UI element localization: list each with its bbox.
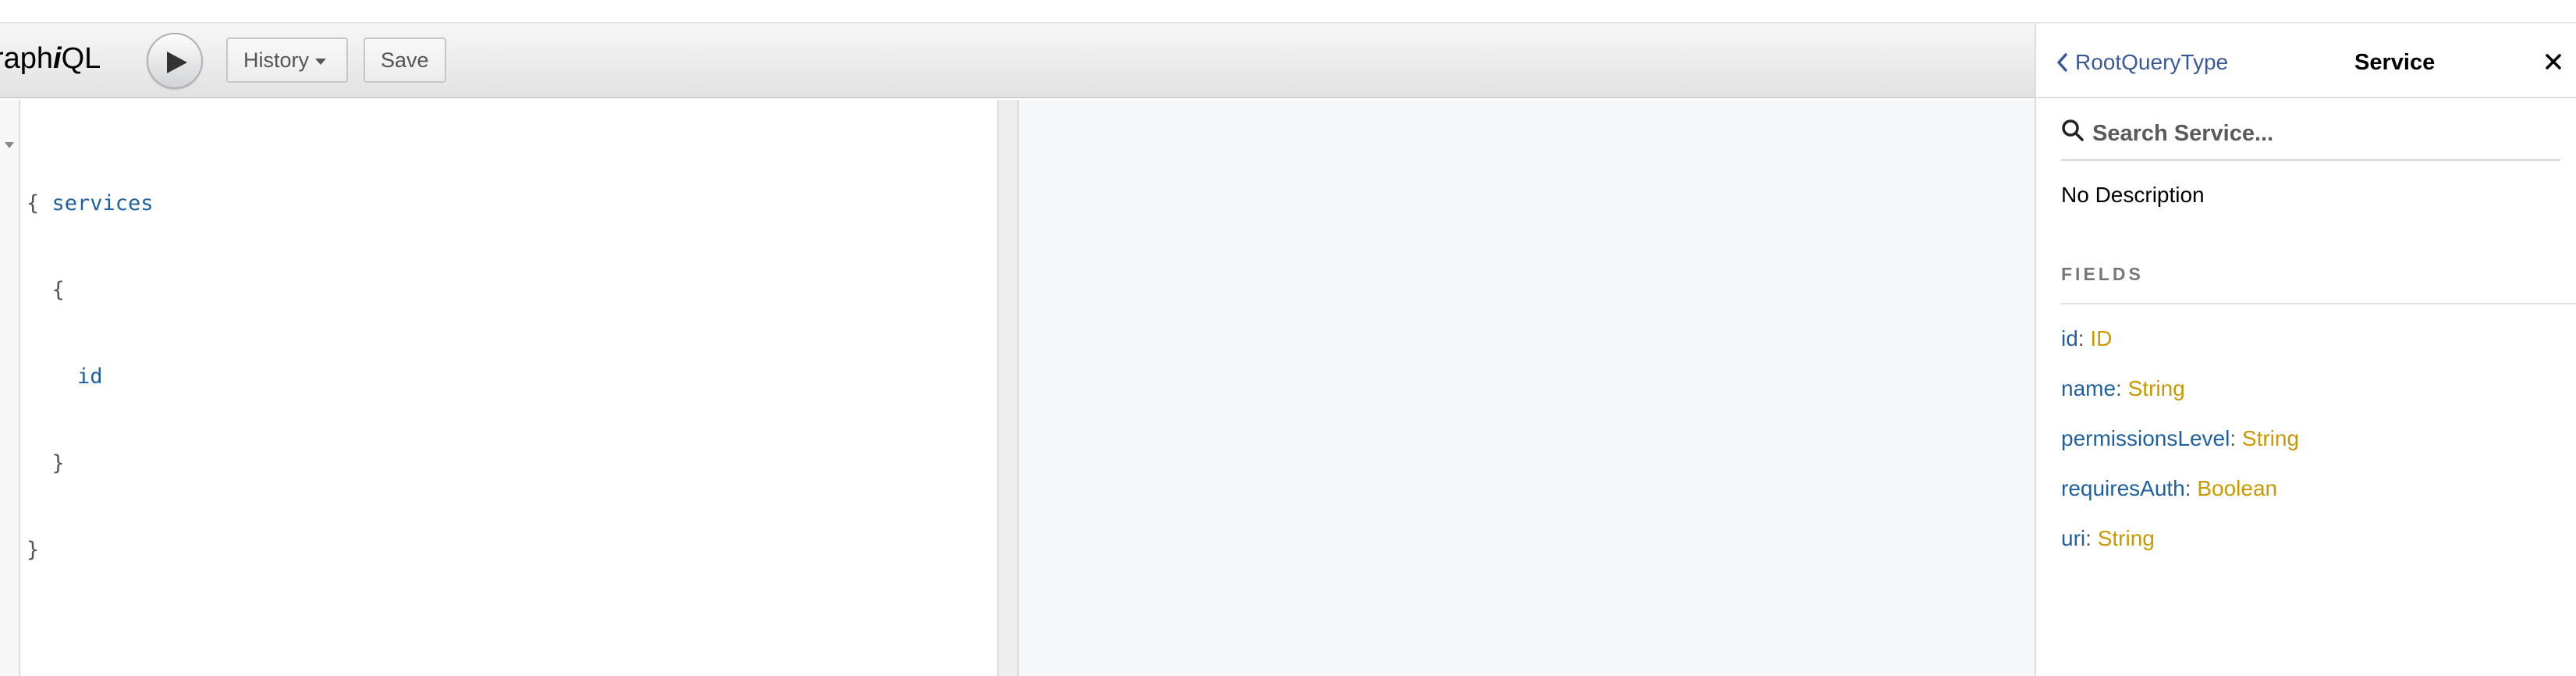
field-list: id: ID name: String permissionsLevel: St…: [2061, 323, 2299, 573]
browser-top-bar: [0, 0, 2576, 23]
doc-search-box: [2061, 114, 2560, 161]
doc-search-input[interactable]: [2092, 114, 2553, 153]
field-row: requiresAuth: Boolean: [2061, 476, 2278, 500]
field-type-link[interactable]: String: [2242, 426, 2299, 450]
code-line: { services: [27, 191, 154, 215]
fold-arrow-icon[interactable]: [5, 142, 14, 148]
field-row: name: String: [2061, 376, 2185, 400]
field-name-link[interactable]: uri: [2061, 526, 2085, 550]
result-pane: [1019, 100, 2035, 676]
close-icon[interactable]: [2543, 52, 2564, 72]
editor-resize-handle[interactable]: [997, 100, 1019, 676]
field-name-link[interactable]: requiresAuth: [2061, 476, 2185, 500]
graphiql-editor-area: raphiQL History Save { services { id } }: [0, 23, 2035, 676]
documentation-explorer: RootQueryType Service No Description FIE…: [2035, 23, 2576, 676]
history-button-label: History: [243, 48, 310, 72]
query-code[interactable]: { services { id } }: [27, 131, 154, 622]
search-icon: [2062, 119, 2084, 141]
code-line: }: [27, 538, 40, 562]
field-row: permissionsLevel: String: [2061, 426, 2300, 450]
doc-explorer-title: Service: [2354, 50, 2436, 75]
graphiql-logo: raphiQL: [0, 42, 101, 75]
fields-section-title: FIELDS: [2061, 264, 2144, 284]
history-button[interactable]: History: [226, 37, 348, 83]
query-editor[interactable]: { services { id } }: [0, 100, 997, 676]
save-button-label: Save: [381, 48, 429, 72]
field-type-link[interactable]: Boolean: [2197, 476, 2277, 500]
field-row: uri: String: [2061, 526, 2155, 550]
field-name-link[interactable]: permissionsLevel: [2061, 426, 2230, 450]
field-type-link[interactable]: ID: [2090, 326, 2112, 350]
play-icon: [167, 52, 187, 73]
code-line: {: [27, 278, 65, 302]
code-line: id: [77, 365, 103, 389]
toolbar: raphiQL History Save: [0, 23, 2035, 98]
field-type-link[interactable]: String: [2128, 376, 2185, 400]
type-description: No Description: [2061, 183, 2205, 207]
doc-explorer-header: RootQueryType Service: [2036, 23, 2576, 98]
caret-down-icon: [315, 59, 327, 65]
field-type-link[interactable]: String: [2098, 526, 2155, 550]
back-link-label: RootQueryType: [2075, 50, 2229, 74]
field-name-link[interactable]: name: [2061, 376, 2116, 400]
code-line: }: [27, 451, 65, 475]
execute-query-button[interactable]: [147, 33, 203, 89]
fields-divider: [2061, 303, 2576, 304]
field-name-link[interactable]: id: [2061, 326, 2078, 350]
field-row: id: ID: [2061, 326, 2113, 350]
chevron-left-icon: [2057, 53, 2067, 72]
editor-gutter: [0, 100, 20, 676]
back-to-root-query-type-link[interactable]: RootQueryType: [2056, 50, 2228, 75]
save-button[interactable]: Save: [364, 37, 446, 83]
